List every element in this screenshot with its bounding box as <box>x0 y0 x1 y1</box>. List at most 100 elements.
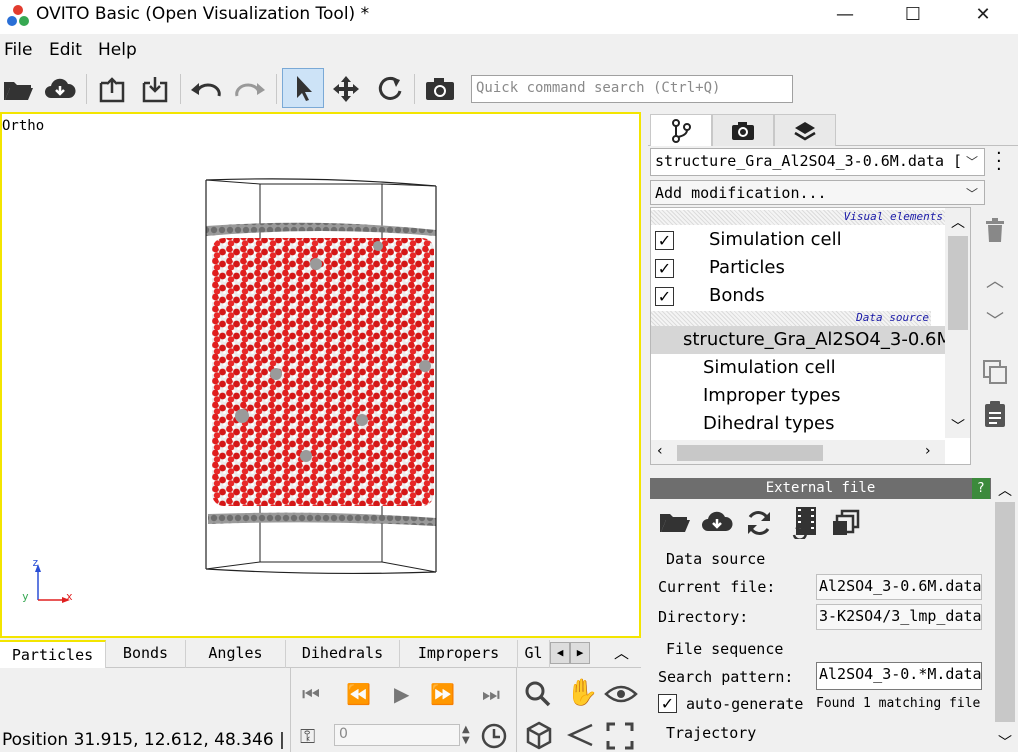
move-down-chevron-icon[interactable]: ﹀ <box>976 301 1014 339</box>
open-folder-icon[interactable] <box>0 72 36 106</box>
clock-animation-settings-icon[interactable] <box>480 722 508 750</box>
more-options-icon[interactable]: · · · <box>996 145 1002 179</box>
quick-command-search-input[interactable]: Quick command search (Ctrl+Q) <box>471 75 793 103</box>
minimize-button[interactable]: — <box>822 2 868 30</box>
step-forward-icon[interactable]: ⏩ <box>430 682 455 706</box>
scroll-left-icon[interactable]: ‹ <box>657 443 663 459</box>
perspective-cube-icon[interactable] <box>524 720 554 750</box>
zoom-magnifier-icon[interactable] <box>524 680 552 708</box>
pipeline-subitem-dihedral-types[interactable]: Dihedral types <box>651 410 945 438</box>
goto-start-icon[interactable]: ⏮ <box>302 682 320 706</box>
undo-icon[interactable] <box>188 72 224 106</box>
tab-scroll-left-icon[interactable]: ◀ <box>550 642 570 664</box>
checkbox-checked-icon[interactable]: ✓ <box>655 259 674 278</box>
scroll-down-icon[interactable]: ﹀ <box>951 416 965 436</box>
chevron-up-icon[interactable]: ︿ <box>614 642 629 663</box>
multiple-pages-icon[interactable] <box>832 509 862 537</box>
menu-file[interactable]: File <box>4 40 32 60</box>
pipeline-item-particles-visual[interactable]: ✓ Particles <box>651 254 945 282</box>
menu-edit[interactable]: Edit <box>49 40 82 60</box>
add-modification-label: Add modification... <box>655 184 827 202</box>
scroll-thumb[interactable] <box>677 445 823 461</box>
film-reload-icon[interactable] <box>786 505 822 539</box>
external-file-panel: Data source Current file: Al2SO4_3-0.6M.… <box>650 499 991 752</box>
maximize-button[interactable]: ☐ <box>890 2 936 30</box>
pipeline-item-bonds-visual[interactable]: ✓ Bonds <box>651 282 945 310</box>
pipeline-side-tools: ︿ ﹀ <box>976 207 1014 447</box>
cursor-arrow-icon <box>297 76 312 101</box>
pipeline-source-select[interactable]: structure_Gra_Al2SO4_3-0.6M.data [ ﹀ <box>650 148 985 176</box>
play-icon[interactable]: ▶ <box>394 682 409 706</box>
tab-pipeline[interactable] <box>650 114 712 146</box>
zoom-extents-icon[interactable] <box>606 722 634 750</box>
status-animation-bar: Position 31.915, 12.612, 48.346 | ⏮ ⏪ ▶ … <box>0 668 641 752</box>
tab-global-attributes[interactable]: Gl <box>518 640 550 668</box>
pipeline-vertical-scrollbar[interactable]: ︿ ﹀ <box>945 208 970 438</box>
delete-trash-icon[interactable] <box>976 211 1014 249</box>
chevron-down-icon: ﹀ <box>965 187 978 201</box>
step-back-icon[interactable]: ⏪ <box>346 682 371 706</box>
pipeline-subitem-simulation-cell[interactable]: Simulation cell <box>651 354 945 382</box>
auto-generate-checkbox[interactable]: ✓ <box>658 694 677 713</box>
cloud-download-icon[interactable] <box>42 72 78 106</box>
goto-end-icon[interactable]: ⏭ <box>482 682 500 706</box>
redo-icon[interactable] <box>232 72 268 106</box>
frame-spinner-input[interactable]: 0 <box>334 724 460 746</box>
pipeline-source-value: structure_Gra_Al2SO4_3-0.6M.data [ <box>655 152 963 170</box>
directory-label: Directory: <box>658 608 749 626</box>
reload-arrows-icon[interactable] <box>744 508 774 538</box>
pan-move-icon[interactable] <box>328 72 364 106</box>
scroll-up-icon[interactable]: ︿ <box>998 480 1012 500</box>
close-button[interactable]: ✕ <box>960 2 1006 30</box>
scroll-thumb[interactable] <box>948 236 968 330</box>
spinner-arrows-icon[interactable]: ▲ ▼ <box>462 724 470 746</box>
clipboard-icon[interactable] <box>976 395 1014 433</box>
move-up-chevron-icon[interactable]: ︿ <box>976 261 1014 299</box>
scroll-thumb[interactable] <box>995 502 1015 722</box>
help-button[interactable]: ? <box>972 478 990 499</box>
file-sequence-group-title: File sequence <box>666 640 784 658</box>
tab-scroll-right-icon[interactable]: ▶ <box>570 642 590 664</box>
pipeline-subitem-improper-types[interactable]: Improper types <box>651 382 945 410</box>
tab-bonds[interactable]: Bonds <box>106 640 186 668</box>
current-file-value: Al2SO4_3-0.6M.data <box>816 574 982 600</box>
orbit-eye-icon[interactable] <box>604 684 638 704</box>
tab-particles[interactable]: Particles <box>0 640 106 668</box>
orbit-rotate-icon[interactable] <box>372 72 408 106</box>
checkbox-checked-icon[interactable]: ✓ <box>655 287 674 306</box>
tab-overlays[interactable] <box>774 114 836 146</box>
save-session-icon[interactable] <box>137 72 173 106</box>
tab-angles[interactable]: Angles <box>186 640 286 668</box>
properties-panel-scrollbar[interactable]: ︿ ﹀ <box>992 478 1018 752</box>
pipeline-item-data-source[interactable]: structure_Gra_Al2SO4_3-0.6M. <box>651 326 945 354</box>
scroll-down-icon[interactable]: ﹀ <box>998 732 1012 752</box>
command-panel-tabs <box>648 112 1018 146</box>
tab-impropers[interactable]: Impropers <box>400 640 518 668</box>
cloud-download-icon[interactable] <box>700 509 734 535</box>
pipeline-horizontal-scrollbar[interactable]: ‹ › <box>651 440 945 464</box>
simulation-render <box>35 178 437 603</box>
menu-help[interactable]: Help <box>98 40 137 60</box>
scroll-up-icon[interactable]: ︿ <box>951 212 965 232</box>
pipeline-item-simulation-cell-visual[interactable]: ✓ Simulation cell <box>651 226 945 254</box>
visual-elements-header: Visual elements <box>651 210 945 225</box>
scroll-right-icon[interactable]: › <box>925 443 931 459</box>
camera-render-icon[interactable] <box>422 72 458 106</box>
add-modification-select[interactable]: Add modification... ﹀ <box>650 180 985 205</box>
axis-z-label: z <box>32 556 39 569</box>
checkbox-checked-icon[interactable]: ✓ <box>655 231 674 250</box>
export-file-icon[interactable] <box>94 72 130 106</box>
axis-y-label: y <box>22 590 29 603</box>
search-pattern-input[interactable]: Al2SO4_3-0.*M.data <box>816 662 982 690</box>
cursor-position-readout: Position 31.915, 12.612, 48.346 | <box>2 730 285 750</box>
selection-mode-button[interactable] <box>282 68 324 108</box>
viewport-ortho[interactable]: Ortho z y x <box>0 112 641 638</box>
copy-pages-icon[interactable] <box>976 353 1014 391</box>
field-of-view-icon[interactable] <box>566 722 596 748</box>
tab-render[interactable] <box>712 114 774 146</box>
pan-hand-icon[interactable]: ✋ <box>566 678 598 708</box>
key-icon[interactable]: ⚿ <box>300 724 315 748</box>
open-folder-icon[interactable] <box>658 509 692 535</box>
tab-dihedrals[interactable]: Dihedrals <box>286 640 400 668</box>
trajectory-group-title: Trajectory <box>666 724 757 742</box>
